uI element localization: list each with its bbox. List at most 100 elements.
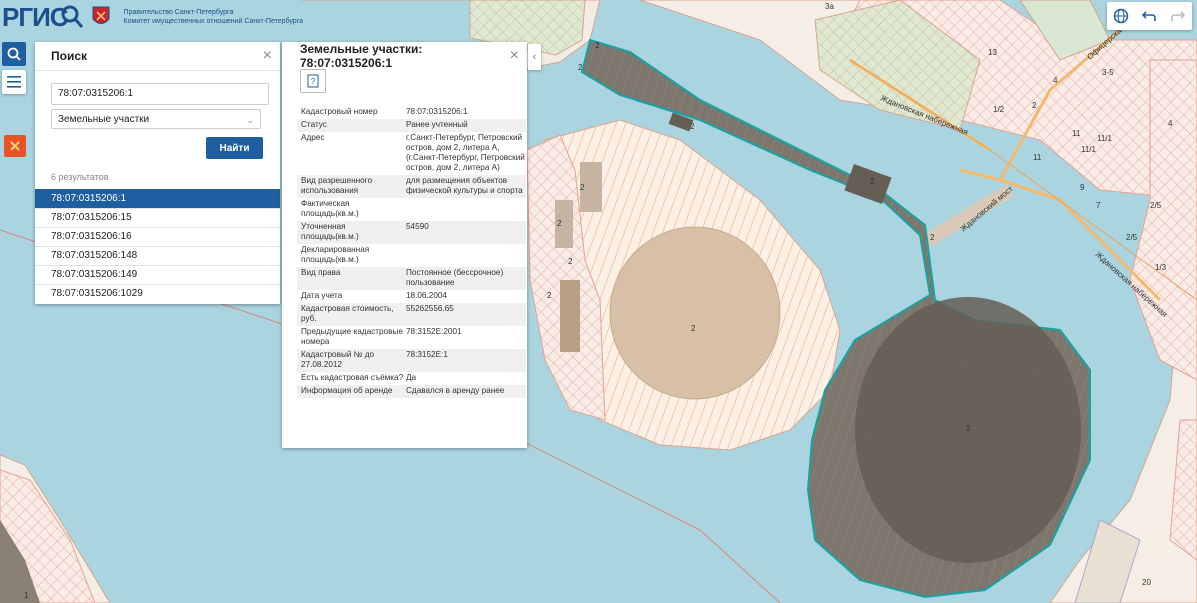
attribute-row: Дата учета 18.06.2004 xyxy=(297,290,526,303)
attribute-value: 18.06.2004 xyxy=(406,291,447,300)
result-item[interactable]: 78:07:0315206:1029 xyxy=(35,284,280,303)
info-panel: Земельные участки: 78:07:0315206:1 × ? К… xyxy=(282,42,527,448)
attribute-key: Есть кадастровая съёмка? xyxy=(301,373,404,382)
attribute-value: Да xyxy=(406,373,417,382)
attribute-value: г.Санкт-Петербург, Петровский остров, до… xyxy=(406,133,525,172)
attribute-value: 55262556.65 xyxy=(406,304,454,313)
map-label: 2 xyxy=(578,63,583,72)
attributes-table: Кадастровый номер 78:07:0315206:1 Статус Ра… xyxy=(297,106,526,398)
info-panel-header: Земельные участки: 78:07:0315206:1 × xyxy=(282,42,527,70)
map-label: 11 xyxy=(1072,129,1081,138)
map-label: 7 xyxy=(1096,201,1101,210)
info-panel-title: Земельные участки: 78:07:0315206:1 xyxy=(300,42,423,70)
map-label: 1/3 xyxy=(1155,263,1167,272)
map-label: 2 xyxy=(870,177,875,186)
attribute-key: Адрес xyxy=(301,133,325,142)
result-item[interactable]: 78:07:0315206:1 xyxy=(35,189,280,208)
menu-button[interactable] xyxy=(2,70,26,94)
map-label: 11/1 xyxy=(1081,145,1097,154)
map-label: 2 xyxy=(557,219,562,228)
attribute-row: Есть кадастровая съёмка? Да xyxy=(297,372,526,385)
attribute-row: Кадастровый номер 78:07:0315206:1 xyxy=(297,106,526,119)
map-label: 2 xyxy=(568,257,573,266)
search-panel: Поиск × 78:07:0315206:1 Земельные участк… xyxy=(35,42,280,304)
map-label: 2 xyxy=(691,324,696,333)
chevron-down-icon: ⌄ xyxy=(246,115,254,125)
attribute-key: Фактическая площадь(кв.м.) xyxy=(301,199,359,218)
map-label: 4 xyxy=(1053,76,1058,85)
attribute-row: Статус Ранее учтенный xyxy=(297,119,526,132)
close-icon[interactable]: × xyxy=(510,47,519,65)
svg-text:?: ? xyxy=(311,77,316,86)
attribute-value: 54590 xyxy=(406,222,429,231)
type-select-value: Земельные участки xyxy=(58,114,150,125)
rgis-logo[interactable]: РГИС xyxy=(2,2,69,33)
attribute-key: Дата учета xyxy=(301,291,343,300)
attribute-key: Статус xyxy=(301,120,327,129)
attribute-key: Кадастровый номер xyxy=(301,107,378,116)
map-label: 2 xyxy=(547,291,552,300)
magnifier-logo-icon xyxy=(61,5,83,28)
menu-icon xyxy=(7,76,21,88)
government-caption: Правительство Санкт-Петербурга Комитет и… xyxy=(124,8,303,26)
chevron-left-icon: ‹ xyxy=(532,51,537,63)
city-layer-button[interactable] xyxy=(4,135,26,157)
map-label: 3-5 xyxy=(1102,68,1114,77)
attribute-value xyxy=(406,199,526,219)
map-label: 11/1 xyxy=(1097,134,1113,143)
attribute-row: Вид разрешенного использования для размещ… xyxy=(297,175,526,198)
map-label: 20 xyxy=(1142,578,1151,587)
globe-icon[interactable] xyxy=(1113,8,1129,24)
map-label: 2/5 xyxy=(1126,233,1138,242)
results-list: 78:07:0315206:1 78:07:0315206:15 78:07:0… xyxy=(35,189,280,303)
search-tool-button[interactable] xyxy=(2,42,26,66)
result-item[interactable]: 78:07:0315206:149 xyxy=(35,265,280,284)
search-input[interactable]: 78:07:0315206:1 xyxy=(51,83,269,105)
redo-icon[interactable] xyxy=(1170,8,1186,24)
attribute-key: Вид права xyxy=(301,268,341,277)
emblem-icon xyxy=(10,141,20,151)
attribute-key: Кадастровая стоимость, руб. xyxy=(301,304,394,323)
attribute-value: 78:3152Е:1 xyxy=(406,350,448,359)
close-icon[interactable]: × xyxy=(263,47,272,65)
attribute-row: Фактическая площадь(кв.м.) xyxy=(297,198,526,221)
map-label: 2/5 xyxy=(1150,201,1162,210)
attribute-value: Постоянное (бессрочное) пользование xyxy=(406,268,504,287)
result-item[interactable]: 78:07:0315206:148 xyxy=(35,246,280,265)
map-label: 13 xyxy=(988,48,997,57)
attribute-key: Декларированная площадь(кв.м.) xyxy=(301,245,370,264)
attribute-key: Предыдущие кадастровые номера xyxy=(301,327,403,346)
gov-line-1: Правительство Санкт-Петербурга xyxy=(123,9,234,16)
attribute-value: 78:3152Е:2001 xyxy=(406,327,462,336)
attribute-row: Кадастровый № до 27.08.2012 78:3152Е:1 xyxy=(297,349,526,372)
attribute-row: Информация об аренде Сдавался в аренду ра… xyxy=(297,385,526,398)
result-item[interactable]: 78:07:0315206:15 xyxy=(35,208,280,227)
map-label: 1 xyxy=(24,591,29,600)
collapse-panel-button[interactable]: ‹ xyxy=(528,44,541,70)
map-label: 4 xyxy=(1168,119,1173,128)
search-panel-header: Поиск × xyxy=(35,42,280,71)
type-select[interactable]: Земельные участки ⌄ xyxy=(51,109,261,129)
attribute-row: Уточненная площадь(кв.м.) 54590 xyxy=(297,221,526,244)
result-item[interactable]: 78:07:0315206:16 xyxy=(35,227,280,246)
map-toolbar xyxy=(1107,2,1192,30)
find-button[interactable]: Найти xyxy=(206,137,263,159)
attribute-value: для размещения объектов физической культ… xyxy=(406,176,523,195)
map-label: 1/2 xyxy=(993,105,1005,114)
undo-icon[interactable] xyxy=(1141,8,1157,24)
attribute-value: 78:07:0315206:1 xyxy=(406,107,468,116)
map-label: 2 xyxy=(1032,101,1037,110)
attribute-row: Адрес г.Санкт-Петербург, Петровский остро… xyxy=(297,132,526,175)
map-label: 2 xyxy=(966,424,971,433)
map-label: 11 xyxy=(1033,153,1042,162)
attribute-row: Предыдущие кадастровые номера 78:3152Е:20… xyxy=(297,326,526,349)
help-button[interactable]: ? xyxy=(300,69,326,93)
attribute-key: Уточненная площадь(кв.м.) xyxy=(301,222,359,241)
help-icon: ? xyxy=(307,74,319,88)
attribute-key: Вид разрешенного использования xyxy=(301,176,373,195)
attribute-key: Информация об аренде xyxy=(301,386,393,395)
map-label: 3а xyxy=(825,2,834,11)
search-panel-title: Поиск xyxy=(51,49,88,63)
map-label: 2 xyxy=(580,183,585,192)
attribute-key: Кадастровый № до 27.08.2012 xyxy=(301,350,375,369)
